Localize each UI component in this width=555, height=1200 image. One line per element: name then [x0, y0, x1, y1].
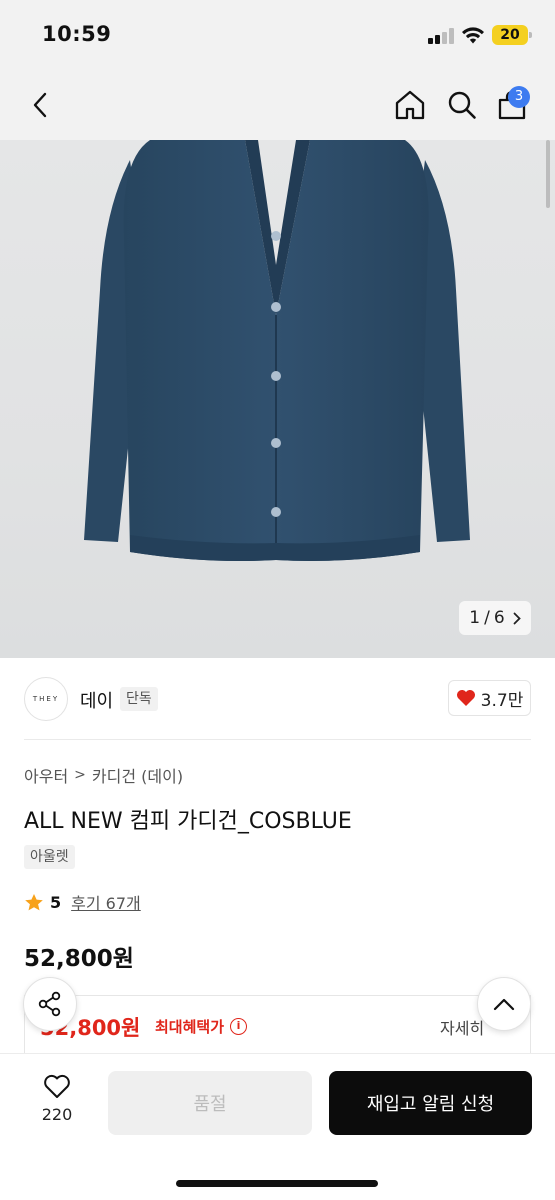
share-button[interactable] [23, 977, 77, 1031]
product-title: ALL NEW 컴피 가디건_COSBLUE [24, 809, 352, 834]
max-benefit-label: 최대혜택가 [155, 1018, 225, 1036]
top-navigation: 3 [0, 70, 555, 140]
product-detail-screen: 10:59 20 3 1 / 6 THEY 데이 단독 3.7만 아우터 > 카… [0, 0, 555, 1200]
section-divider [24, 739, 531, 740]
battery-indicator: 20 [492, 25, 532, 45]
breadcrumb: 아우터 > 카디건 (데이) [24, 763, 183, 787]
product-price: 52,800원 [24, 946, 134, 972]
wifi-icon [462, 27, 484, 44]
brand-name-link[interactable]: 데이 [80, 687, 113, 713]
image-total: 6 [493, 608, 505, 628]
home-button[interactable] [388, 70, 432, 140]
exclusive-badge: 단독 [120, 687, 158, 711]
sold-out-button[interactable]: 품절 [108, 1071, 312, 1135]
home-icon [395, 90, 425, 120]
breadcrumb-separator: > [74, 767, 86, 783]
breadcrumb-outer[interactable]: 아우터 [24, 763, 68, 787]
heart-filled-icon [456, 690, 475, 706]
brand-like-button[interactable]: 3.7만 [448, 680, 531, 716]
max-benefit-label-group[interactable]: 최대혜택가 i [155, 1016, 248, 1037]
rating-score: 5 [50, 892, 62, 912]
rating-summary: 5 후기 67개 [24, 890, 141, 914]
page-scrollbar[interactable] [546, 140, 550, 208]
image-counter[interactable]: 1 / 6 [459, 601, 531, 635]
breadcrumb-cardigan[interactable]: 카디건 (데이) [92, 763, 183, 787]
review-count-link[interactable]: 후기 67개 [71, 890, 141, 914]
status-bar: 10:59 20 [0, 0, 555, 70]
signal-icon [428, 28, 454, 44]
brand-logo[interactable]: THEY [24, 677, 68, 721]
search-icon [448, 91, 476, 119]
outlet-badge: 아울렛 [24, 845, 75, 869]
heart-outline-icon [44, 1074, 70, 1098]
cart-count-badge: 3 [508, 86, 530, 108]
info-icon: i [230, 1018, 248, 1035]
chevron-up-icon [493, 998, 515, 1011]
search-button[interactable] [440, 70, 484, 140]
image-separator: / [484, 608, 490, 628]
wishlist-count: 220 [41, 1105, 73, 1124]
scroll-top-button[interactable] [477, 977, 531, 1031]
chevron-left-icon [33, 92, 47, 118]
brand-logo-text: THEY [32, 695, 60, 703]
wishlist-button[interactable]: 220 [28, 1074, 86, 1124]
image-current: 1 [469, 608, 481, 628]
back-button[interactable] [20, 70, 60, 140]
status-time: 10:59 [42, 22, 112, 46]
benefit-detail-link[interactable]: 자세히 [440, 1015, 484, 1039]
product-image-gallery[interactable] [0, 140, 555, 658]
home-indicator[interactable] [176, 1180, 378, 1187]
star-icon [25, 893, 43, 910]
chevron-right-icon [513, 612, 521, 624]
product-image [84, 140, 470, 561]
brand-like-count: 3.7만 [480, 690, 524, 711]
restock-alert-button[interactable]: 재입고 알림 신청 [329, 1071, 532, 1135]
share-icon [38, 991, 61, 1017]
